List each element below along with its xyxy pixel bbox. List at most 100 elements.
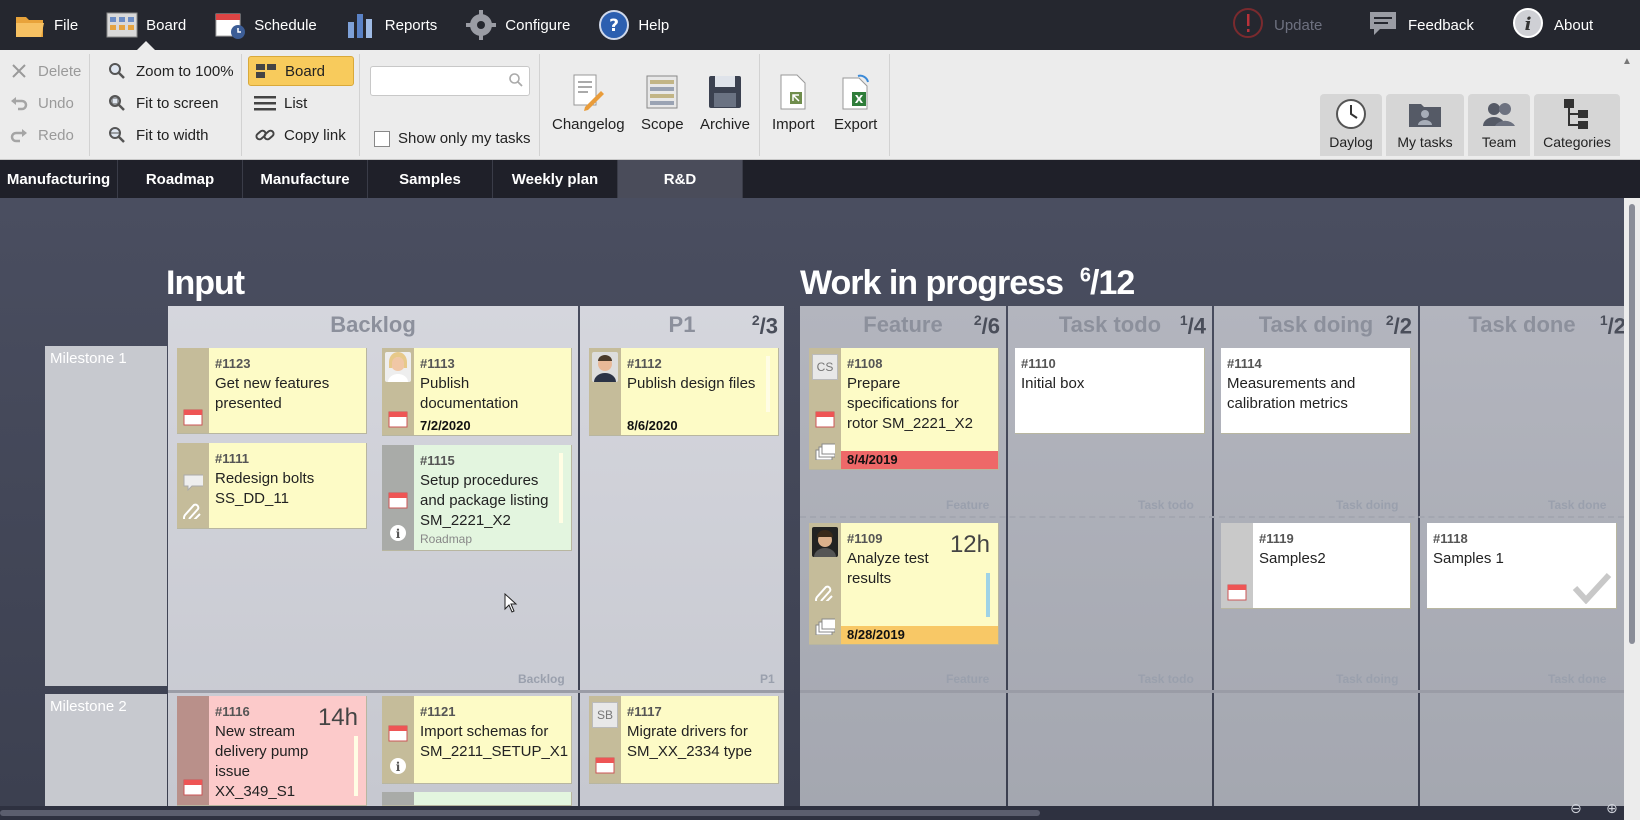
card-title: Analyze test results bbox=[847, 550, 929, 587]
tab-label: R&D bbox=[663, 170, 697, 188]
tab-manufacture[interactable]: Manufacture bbox=[243, 160, 368, 198]
column-p1-limit: 2/3 bbox=[751, 312, 778, 339]
card-1117[interactable]: SB #1117 Migrate drivers for SM_XX_2334 … bbox=[589, 696, 779, 784]
folder-icon bbox=[14, 9, 46, 41]
scope-button[interactable]: Scope bbox=[641, 72, 684, 133]
menu-about[interactable]: i About bbox=[1512, 0, 1593, 50]
milestone-2-lane-header[interactable]: Milestone 2 bbox=[45, 694, 167, 806]
menu-update[interactable]: Update bbox=[1232, 0, 1322, 50]
lane-label-task-todo: Task todo bbox=[1138, 498, 1194, 512]
card-id: #1112 bbox=[627, 356, 662, 371]
fit-screen-button[interactable]: Fit to screen bbox=[100, 88, 241, 118]
list-view-button[interactable]: List bbox=[248, 88, 359, 118]
show-only-my-tasks-checkbox[interactable]: Show only my tasks bbox=[374, 130, 531, 147]
copy-link-button[interactable]: Copy link bbox=[248, 120, 359, 150]
edit-group: Delete Undo Redo bbox=[0, 54, 90, 156]
changelog-button[interactable]: Changelog bbox=[552, 72, 625, 133]
column-feature-limit: 2/6 bbox=[973, 312, 1000, 339]
menu-configure[interactable]: Configure bbox=[451, 0, 584, 50]
menu-help[interactable]: ? Help bbox=[584, 0, 683, 50]
card-title: Redesign bolts SS_DD_11 bbox=[215, 470, 315, 507]
team-button[interactable]: Team bbox=[1468, 94, 1530, 156]
zoom-100-label: Zoom to 100% bbox=[136, 62, 234, 80]
card-id: #1119 bbox=[1259, 531, 1294, 546]
column-task-done-header: Task done bbox=[1468, 312, 1576, 337]
card-title: Import schemas for SM_2211_SETUP_X1 bbox=[420, 723, 569, 760]
card-date: 8/4/2019 bbox=[841, 451, 998, 469]
svg-text:?: ? bbox=[609, 16, 619, 36]
list-view-label: List bbox=[284, 94, 308, 112]
checkbox-box[interactable] bbox=[374, 130, 390, 147]
tab-weekly-plan[interactable]: Weekly plan bbox=[493, 160, 618, 198]
card-strip bbox=[382, 792, 414, 805]
card-1116[interactable]: #1116 14h New stream delivery pump issue… bbox=[177, 696, 367, 806]
lane-divider bbox=[800, 690, 1624, 693]
menu-reports[interactable]: Reports bbox=[331, 0, 452, 50]
zoom-out-icon[interactable]: ⊖ bbox=[1570, 800, 1582, 817]
menu-file-label: File bbox=[54, 16, 79, 34]
scrollbar-thumb[interactable] bbox=[0, 810, 1040, 816]
card-1113[interactable]: #1113 Publish documentation 7/2/2020 bbox=[382, 348, 572, 436]
categories-button[interactable]: Categories bbox=[1534, 94, 1620, 156]
tab-roadmap[interactable]: Roadmap bbox=[118, 160, 243, 198]
board-view-button[interactable]: Board bbox=[248, 56, 354, 86]
card-1109[interactable]: #1109 12h Analyze test results 8/28/2019 bbox=[809, 523, 999, 645]
card-board-link: Roadmap bbox=[420, 532, 473, 546]
card-1112[interactable]: #1112 Publish design files 8/6/2020 bbox=[589, 348, 779, 436]
search-input[interactable] bbox=[370, 66, 530, 96]
tab-samples[interactable]: Samples bbox=[368, 160, 493, 198]
scrollbar-thumb[interactable] bbox=[1629, 204, 1635, 644]
card-1121[interactable]: i #1121 Import schemas for SM_2211_SETUP… bbox=[382, 696, 572, 784]
my-tasks-label: My tasks bbox=[1397, 134, 1453, 150]
zoom-100-button[interactable]: Zoom to 100% bbox=[100, 56, 241, 86]
fit-width-button[interactable]: Fit to width bbox=[100, 120, 241, 150]
delete-button[interactable]: Delete bbox=[2, 56, 89, 86]
svg-text:X: X bbox=[854, 93, 863, 106]
svg-text:i: i bbox=[396, 527, 401, 541]
wip-limit: /12 bbox=[1090, 264, 1135, 302]
menu-about-label: About bbox=[1554, 16, 1594, 34]
import-button[interactable]: Import bbox=[772, 72, 815, 133]
avatar bbox=[812, 527, 838, 557]
card-1114[interactable]: #1114 Measurements and calibration metri… bbox=[1221, 348, 1411, 434]
card-id: #1115 bbox=[420, 453, 455, 468]
daylog-button[interactable]: Daylog bbox=[1320, 94, 1382, 156]
import-label: Import bbox=[772, 116, 815, 133]
card-1123[interactable]: #1123 Get new features presented bbox=[177, 348, 367, 434]
calendar-icon bbox=[183, 779, 203, 796]
export-excel-icon: X bbox=[836, 72, 876, 112]
milestone-1-lane-header[interactable]: Milestone 1 bbox=[45, 346, 167, 686]
card-1115[interactable]: i #1115 Setup procedures and package lis… bbox=[382, 445, 572, 551]
search-icon[interactable] bbox=[508, 72, 524, 93]
horizontal-scrollbar[interactable] bbox=[0, 806, 1624, 820]
menu-feedback[interactable]: Feedback bbox=[1368, 0, 1474, 50]
menu-schedule[interactable]: Schedule bbox=[200, 0, 331, 50]
vertical-scrollbar[interactable] bbox=[1624, 198, 1640, 820]
card-1118[interactable]: #1118 Samples 1 bbox=[1427, 523, 1617, 609]
card-title: Publish design files bbox=[627, 375, 756, 392]
my-tasks-button[interactable]: My tasks bbox=[1386, 94, 1464, 156]
card-1110[interactable]: #1110 Initial box bbox=[1015, 348, 1205, 434]
menu-board[interactable]: Board bbox=[92, 0, 200, 50]
export-button[interactable]: X Export bbox=[834, 72, 877, 133]
redo-button[interactable]: Redo bbox=[2, 120, 89, 150]
section-wip-title: Work in progress 6/12 bbox=[800, 264, 1135, 302]
undo-button[interactable]: Undo bbox=[2, 88, 89, 118]
menu-file[interactable]: File bbox=[0, 0, 92, 50]
card-id: #1113 bbox=[420, 356, 455, 371]
card-title: Samples 1 bbox=[1433, 550, 1504, 567]
zoom-group: Zoom to 100% Fit to screen Fit to width bbox=[96, 54, 242, 156]
card-id: #1123 bbox=[215, 356, 251, 371]
stacked-cards-icon bbox=[815, 618, 835, 635]
archive-button[interactable]: Archive bbox=[700, 72, 750, 133]
card-1108[interactable]: CS #1108 Prepare specifications for roto… bbox=[809, 348, 999, 470]
card-1111[interactable]: #1111 Redesign bolts SS_DD_11 bbox=[177, 443, 367, 529]
collapse-ribbon-icon[interactable]: ▲ bbox=[1622, 56, 1632, 67]
card-1119[interactable]: #1119 Samples2 bbox=[1221, 523, 1411, 609]
menu-update-label: Update bbox=[1274, 16, 1323, 34]
view-group: Board List Copy link bbox=[246, 54, 360, 156]
card-partial[interactable] bbox=[382, 792, 572, 806]
tab-manufacturing[interactable]: Manufacturing bbox=[0, 160, 118, 198]
zoom-in-icon[interactable]: ⊕ bbox=[1606, 800, 1618, 817]
tab-rd[interactable]: R&D bbox=[618, 160, 743, 198]
